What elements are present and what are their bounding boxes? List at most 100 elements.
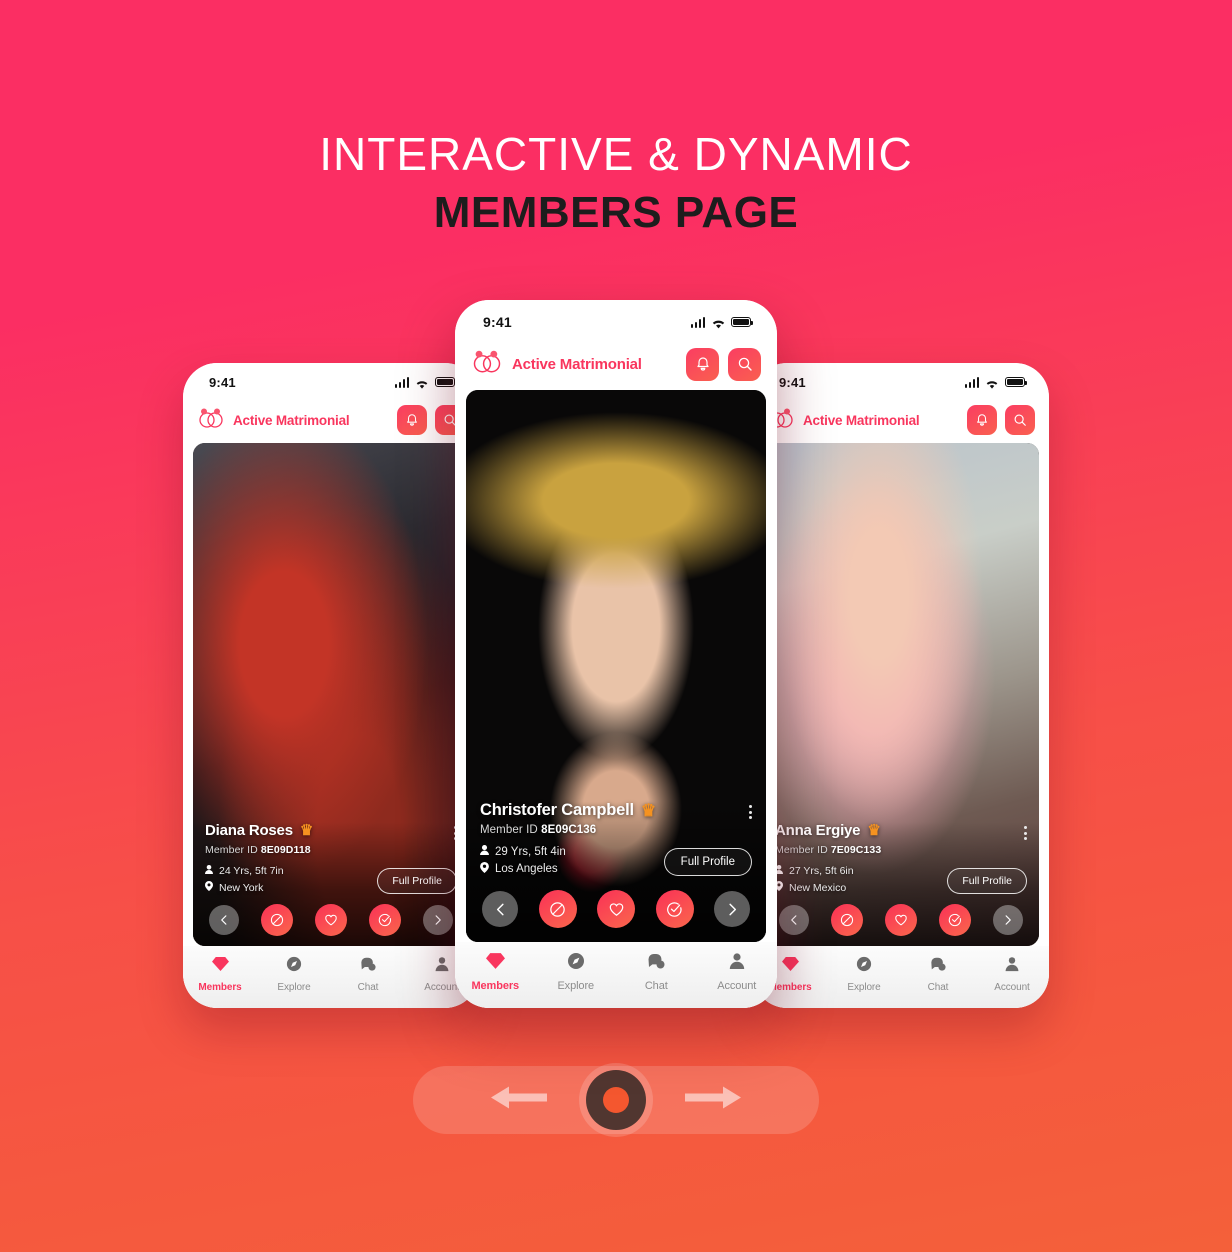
profile-name-wrap: Christofer Campbell ♛	[480, 801, 656, 820]
reject-button[interactable]	[538, 890, 577, 928]
carousel-next-button[interactable]	[683, 1083, 745, 1118]
previous-profile-button[interactable]	[779, 905, 809, 935]
chevron-right-icon	[728, 903, 736, 915]
nav-item-chat[interactable]: Chat	[616, 952, 697, 992]
reject-button[interactable]	[261, 904, 293, 936]
diamond-icon	[211, 956, 229, 977]
nav-item-account[interactable]: Account	[697, 952, 778, 992]
status-time: 9:41	[779, 374, 806, 390]
previous-profile-button[interactable]	[482, 891, 518, 927]
full-profile-button[interactable]: Full Profile	[377, 868, 457, 894]
compass-icon	[567, 952, 585, 975]
heart-icon	[609, 902, 623, 916]
battery-icon	[731, 317, 754, 327]
bell-icon	[407, 414, 417, 426]
card-overlay: Christofer Campbell ♛ Member ID 8E09C136	[466, 801, 766, 942]
nav-item-members[interactable]: Members	[455, 952, 536, 992]
nav-item-explore[interactable]: Explore	[827, 956, 901, 993]
nav-item-explore[interactable]: Explore	[257, 956, 331, 993]
accept-button[interactable]	[369, 904, 401, 936]
search-icon	[738, 357, 752, 371]
profile-card[interactable]: Anna Ergiye ♛ Member ID 7E09C133 27 Yrs,…	[763, 443, 1039, 946]
member-id-value: 7E09C133	[830, 844, 882, 856]
nav-item-account[interactable]: Account	[975, 956, 1049, 993]
headline-line-1: INTERACTIVE & DYNAMIC	[319, 128, 913, 180]
location-row: Los Angeles	[480, 862, 566, 876]
nav-item-explore[interactable]: Explore	[536, 952, 617, 992]
member-id-label: Member ID	[480, 824, 538, 836]
notification-button[interactable]	[686, 347, 719, 381]
status-bar: 9:41	[183, 363, 479, 397]
notification-button[interactable]	[397, 405, 427, 435]
status-time: 9:41	[209, 374, 236, 390]
full-profile-button[interactable]: Full Profile	[947, 868, 1027, 894]
person-icon	[434, 956, 450, 977]
compass-icon	[286, 956, 302, 977]
diamond-icon	[485, 952, 505, 975]
bell-icon	[696, 357, 709, 371]
next-profile-button[interactable]	[423, 905, 453, 935]
interlocking-rings-icon	[471, 349, 503, 379]
accept-button[interactable]	[939, 904, 971, 936]
next-profile-button[interactable]	[993, 905, 1023, 935]
card-overlay: Anna Ergiye ♛ Member ID 7E09C133 27 Yrs,…	[763, 822, 1039, 946]
profile-name: Christofer Campbell	[480, 801, 634, 819]
more-vertical-icon[interactable]	[1024, 822, 1027, 840]
profile-card[interactable]: Christofer Campbell ♛ Member ID 8E09C136	[466, 390, 766, 942]
location-row: New York	[205, 881, 284, 894]
search-button[interactable]	[728, 347, 761, 381]
battery-icon	[1005, 377, 1028, 387]
brand: Active Matrimonial	[471, 349, 642, 379]
next-profile-button[interactable]	[714, 891, 750, 927]
profile-card[interactable]: Diana Roses ♛ Member ID 8E09D118 24 Yrs,…	[193, 443, 469, 946]
location-value: New Mexico	[789, 881, 847, 894]
brand-name: Active Matrimonial	[803, 412, 920, 428]
page-title: INTERACTIVE & DYNAMIC MEMBERS PAGE	[0, 124, 1232, 242]
previous-profile-button[interactable]	[209, 905, 239, 935]
carousel-record-button[interactable]	[579, 1063, 653, 1137]
signal-bars-icon	[394, 376, 409, 388]
nav-item-chat[interactable]: Chat	[901, 956, 975, 993]
person-icon	[205, 865, 213, 877]
location-value: Los Angeles	[495, 863, 558, 875]
member-id-label: Member ID	[775, 844, 828, 856]
nav-label-account: Account	[994, 981, 1030, 993]
member-id-line: Member ID 8E09C136	[480, 824, 752, 836]
card-action-row	[480, 876, 752, 930]
block-icon	[550, 901, 565, 917]
accept-button[interactable]	[655, 890, 694, 928]
header-actions	[686, 347, 761, 381]
app-header: Active Matrimonial	[753, 397, 1049, 443]
brand: Active Matrimonial	[767, 407, 920, 434]
name-row: Anna Ergiye ♛	[775, 822, 1027, 840]
crown-icon: ♛	[299, 822, 314, 839]
check-circle-icon	[948, 913, 961, 927]
carousel-prev-button[interactable]	[487, 1083, 549, 1118]
record-dot-inner	[603, 1087, 629, 1113]
nav-label-account: Account	[424, 981, 460, 993]
nav-label-members: Members	[198, 981, 242, 993]
name-row: Diana Roses ♛	[205, 822, 457, 840]
name-row: Christofer Campbell ♛	[480, 801, 752, 820]
profile-card-container: Diana Roses ♛ Member ID 8E09D118 24 Yrs,…	[183, 443, 479, 946]
age-height-row: 29 Yrs, 5ft 4in	[480, 845, 566, 858]
nav-label-explore: Explore	[847, 981, 881, 993]
like-button[interactable]	[597, 890, 635, 928]
brand: Active Matrimonial	[197, 407, 350, 434]
nav-item-members[interactable]: Members	[183, 956, 257, 993]
wifi-icon	[985, 377, 999, 389]
like-button[interactable]	[315, 904, 347, 936]
age-height-value: 27 Yrs, 5ft 6in	[789, 865, 854, 877]
nav-label-account: Account	[717, 980, 757, 992]
search-button[interactable]	[1005, 405, 1035, 435]
app-screen-left: 9:41 Active Matrimonial Diana Roses ♛ Me…	[183, 363, 479, 1008]
nav-item-chat[interactable]: Chat	[331, 956, 405, 993]
full-profile-button[interactable]: Full Profile	[663, 848, 752, 876]
notification-button[interactable]	[967, 405, 997, 435]
reject-button[interactable]	[831, 904, 863, 936]
map-pin-icon	[480, 862, 489, 876]
more-vertical-icon[interactable]	[749, 801, 752, 819]
like-button[interactable]	[885, 904, 917, 936]
age-height-value: 29 Yrs, 5ft 4in	[495, 845, 566, 858]
check-circle-icon	[667, 901, 682, 917]
